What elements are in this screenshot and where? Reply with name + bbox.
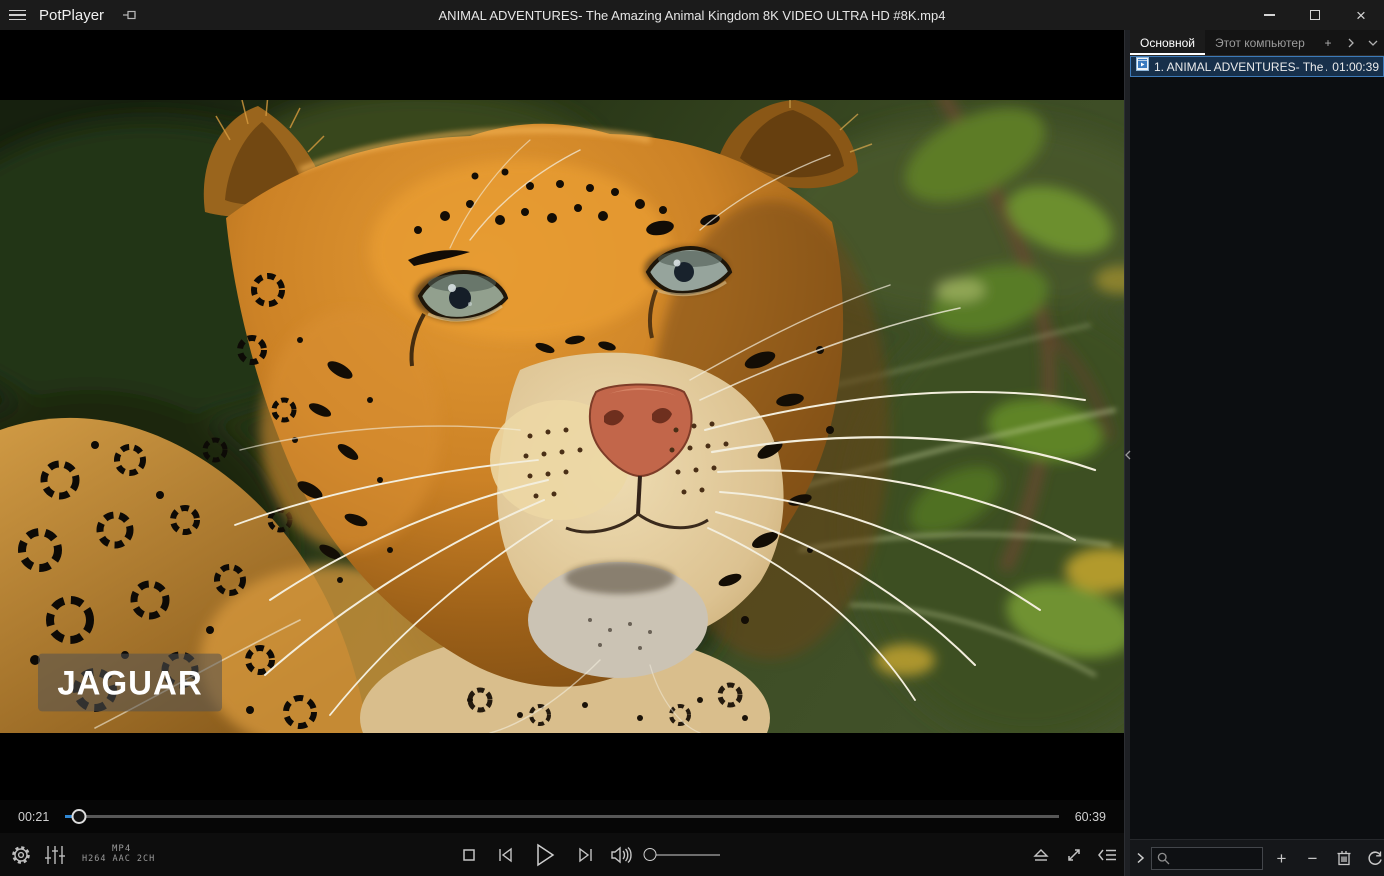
- plus-icon: +: [1277, 850, 1287, 867]
- volume-slider[interactable]: [646, 848, 720, 861]
- repeat-mode-button[interactable]: [1362, 844, 1384, 872]
- playlist-item-duration: 01:00:39: [1332, 60, 1379, 74]
- next-button[interactable]: [572, 840, 598, 870]
- media-file-icon: [1136, 57, 1149, 76]
- current-time: 00:21: [18, 810, 49, 824]
- maximize-icon: [1310, 10, 1320, 20]
- panel-divider[interactable]: [1124, 30, 1130, 876]
- play-icon: [534, 843, 556, 867]
- volume-knob[interactable]: [644, 848, 657, 861]
- window-title: ANIMAL ADVENTURES- The Amazing Animal Ki…: [0, 8, 1384, 23]
- minimize-icon: [1264, 14, 1275, 15]
- codec-channels: 2CH: [137, 854, 155, 864]
- chevron-right-icon: [1136, 852, 1145, 864]
- playlist-icon: [1097, 847, 1117, 863]
- video-area[interactable]: JAGUAR: [0, 30, 1124, 800]
- add-tab-button[interactable]: +: [1316, 30, 1340, 55]
- minus-icon: −: [1308, 850, 1318, 867]
- equalizer-icon: [44, 845, 66, 865]
- search-icon: [1157, 852, 1170, 865]
- close-button[interactable]: ×: [1338, 0, 1384, 30]
- delete-button[interactable]: [1331, 844, 1356, 872]
- tab-scroll-button[interactable]: [1340, 30, 1362, 55]
- playlist-items: 1. ANIMAL ADVENTURES- The A... 01:00:39: [1130, 56, 1384, 839]
- tab-menu-button[interactable]: [1362, 30, 1384, 55]
- playlist-bottom-bar: + −: [1130, 839, 1384, 876]
- title-bar: PotPlayer ANIMAL ADVENTURES- The Amazing…: [0, 0, 1384, 30]
- menu-icon[interactable]: [9, 5, 29, 25]
- tab-this-computer[interactable]: Этот компьютер: [1205, 30, 1315, 55]
- chevron-left-icon: [1125, 450, 1131, 460]
- total-time: 60:39: [1075, 810, 1106, 824]
- playlist-toggle-button[interactable]: [1094, 840, 1120, 870]
- settings-button[interactable]: [8, 840, 34, 870]
- fullscreen-icon: [1065, 846, 1083, 864]
- trash-icon: [1337, 850, 1351, 866]
- playlist-item-selected[interactable]: 1. ANIMAL ADVENTURES- The A... 01:00:39: [1130, 56, 1384, 77]
- tab-main[interactable]: Основной: [1130, 30, 1205, 55]
- add-item-button[interactable]: +: [1269, 844, 1294, 872]
- mute-button[interactable]: [608, 840, 634, 870]
- app-name: PotPlayer: [39, 7, 104, 24]
- stop-button[interactable]: [456, 840, 482, 870]
- codec-info: MP4 H264AAC2CH: [82, 845, 161, 864]
- video-caption-jaguar: JAGUAR: [38, 654, 222, 712]
- maximize-button[interactable]: [1292, 0, 1338, 30]
- video-image: JAGUAR: [0, 100, 1124, 733]
- codec-video: H264: [82, 854, 106, 864]
- codec-audio: AAC: [112, 854, 130, 864]
- seek-knob[interactable]: [72, 809, 87, 824]
- playlist-item-title: 1. ANIMAL ADVENTURES- The A...: [1154, 60, 1327, 74]
- control-bar: MP4 H264AAC2CH: [0, 833, 1124, 876]
- previous-button[interactable]: [492, 840, 518, 870]
- volume-icon: [610, 846, 632, 864]
- player-area: JAGUAR 00:21 60:39: [0, 30, 1124, 876]
- stop-icon: [462, 848, 476, 862]
- previous-icon: [497, 847, 514, 863]
- next-icon: [577, 847, 594, 863]
- chevron-right-icon: [1347, 38, 1355, 48]
- remove-item-button[interactable]: −: [1300, 844, 1325, 872]
- eject-icon: [1032, 847, 1050, 863]
- potplayer-window: PotPlayer ANIMAL ADVENTURES- The Amazing…: [0, 0, 1384, 876]
- repeat-icon: [1367, 850, 1383, 866]
- play-button[interactable]: [528, 840, 562, 870]
- seek-bar[interactable]: [65, 809, 1058, 824]
- search-input[interactable]: [1174, 851, 1257, 865]
- playlist-expand-button[interactable]: [1136, 844, 1145, 872]
- gear-icon: [10, 844, 32, 866]
- pin-icon[interactable]: [122, 8, 138, 22]
- playlist-panel: Основной Этот компьютер +: [1130, 30, 1384, 876]
- minimize-button[interactable]: [1246, 0, 1292, 30]
- playlist-tabs: Основной Этот компьютер +: [1130, 30, 1384, 56]
- open-file-button[interactable]: [1028, 840, 1054, 870]
- close-icon: ×: [1356, 7, 1366, 24]
- seek-row: 00:21 60:39: [0, 800, 1124, 833]
- playlist-search-box[interactable]: [1151, 847, 1263, 870]
- fullscreen-button[interactable]: [1061, 840, 1087, 870]
- equalizer-button[interactable]: [42, 840, 68, 870]
- chevron-down-icon: [1368, 39, 1378, 47]
- collapse-handle[interactable]: [1124, 444, 1131, 466]
